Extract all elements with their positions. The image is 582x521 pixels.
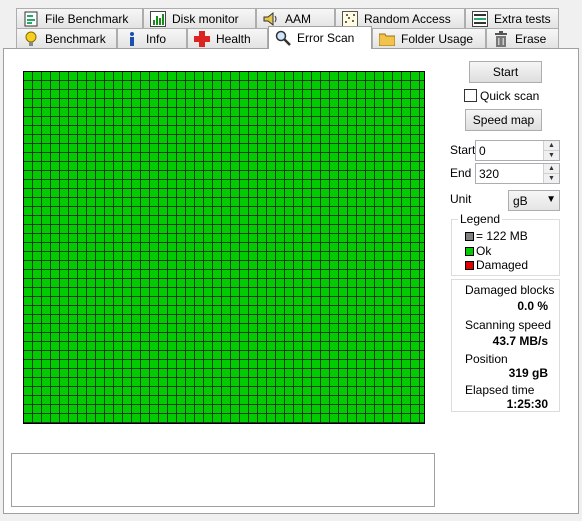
scanning-speed-label: Scanning speed (465, 318, 552, 332)
unit-value: gB (513, 194, 528, 208)
damaged-blocks-value: 0.0 % (517, 299, 548, 313)
spin-up-icon[interactable]: ▲ (544, 141, 559, 150)
unit-label: Unit (450, 192, 472, 206)
stats-box: Damaged blocks 0.0 % Scanning speed 43.7… (451, 279, 560, 412)
legend-block-size: = 122 MB (476, 229, 528, 243)
info-icon (124, 31, 140, 47)
health-cross-icon (194, 30, 210, 47)
tab-label: File Benchmark (45, 11, 129, 26)
tab-label: Random Access (364, 11, 451, 26)
spin-down-icon[interactable]: ▼ (544, 173, 559, 183)
tab-info[interactable]: Info (117, 28, 187, 48)
tab-label: Error Scan (297, 31, 355, 45)
tab-aam[interactable]: AAM (256, 8, 335, 28)
scanning-speed-value: 43.7 MB/s (492, 334, 548, 348)
file-benchmark-icon (23, 11, 39, 27)
legend-damaged: Damaged (476, 258, 529, 272)
tab-label: Disk monitor (172, 11, 239, 26)
tab-random-access[interactable]: Random Access (335, 8, 465, 28)
tab-extra-tests[interactable]: Extra tests (465, 8, 559, 28)
chevron-down-icon: ▼ (546, 194, 556, 205)
log-box[interactable] (11, 453, 435, 507)
tab-label: AAM (285, 11, 312, 26)
speed-map-button[interactable]: Speed map (465, 109, 542, 131)
speaker-icon (263, 11, 279, 27)
position-label: Position (465, 352, 508, 366)
spin-up-icon[interactable]: ▲ (544, 164, 559, 173)
tab-disk-monitor[interactable]: Disk monitor (143, 8, 256, 28)
tab-folder-usage[interactable]: Folder Usage (372, 28, 486, 48)
legend-title: Legend (458, 212, 503, 226)
legend-ok: Ok (476, 244, 492, 258)
tab-label: Benchmark (45, 31, 106, 46)
disk-monitor-icon (150, 10, 166, 27)
end-spinbox[interactable]: 320 ▲ ▼ (475, 163, 560, 184)
tab-benchmark[interactable]: Benchmark (16, 28, 117, 48)
ok-swatch (465, 246, 474, 256)
position-value: 319 gB (508, 366, 548, 380)
tab-label: Erase (515, 31, 547, 46)
speed-map-button-label: Speed map (472, 113, 535, 127)
tab-label: Info (146, 31, 167, 46)
quick-scan-checkbox[interactable] (464, 89, 477, 102)
spin-down-icon[interactable]: ▼ (544, 150, 559, 160)
lightbulb-icon (23, 31, 39, 47)
damaged-swatch (465, 260, 474, 270)
damaged-blocks-label: Damaged blocks (465, 283, 555, 297)
tab-erase[interactable]: Erase (486, 28, 559, 48)
start-field-label: Start (450, 143, 476, 157)
tab-label: Health (216, 31, 251, 46)
end-field-label: End (450, 166, 472, 180)
folder-icon (379, 31, 395, 47)
tab-file-benchmark[interactable]: File Benchmark (16, 8, 143, 28)
elapsed-time-label: Elapsed time (465, 383, 535, 397)
random-access-icon (342, 10, 358, 27)
end-value: 320 (479, 167, 500, 181)
start-spinbox[interactable]: 0 ▲ ▼ (475, 140, 560, 161)
tab-label: Folder Usage (401, 31, 474, 46)
extra-tests-icon (472, 10, 488, 27)
magnifier-icon (275, 30, 291, 46)
tab-error-scan[interactable]: Error Scan (268, 26, 372, 49)
trash-icon (493, 30, 509, 47)
legend-box: Legend = 122 MB Ok Damaged (451, 212, 560, 276)
start-button[interactable]: Start (469, 61, 542, 83)
tab-label: Extra tests (494, 11, 551, 26)
unit-select[interactable]: gB ▼ (508, 190, 560, 211)
tab-health[interactable]: Health (187, 28, 268, 48)
start-button-label: Start (492, 65, 519, 79)
start-value: 0 (479, 144, 486, 158)
quick-scan-label: Quick scan (480, 89, 540, 103)
block-swatch (465, 231, 474, 241)
elapsed-time-value: 1:25:30 (506, 397, 548, 411)
block-map (23, 71, 425, 424)
